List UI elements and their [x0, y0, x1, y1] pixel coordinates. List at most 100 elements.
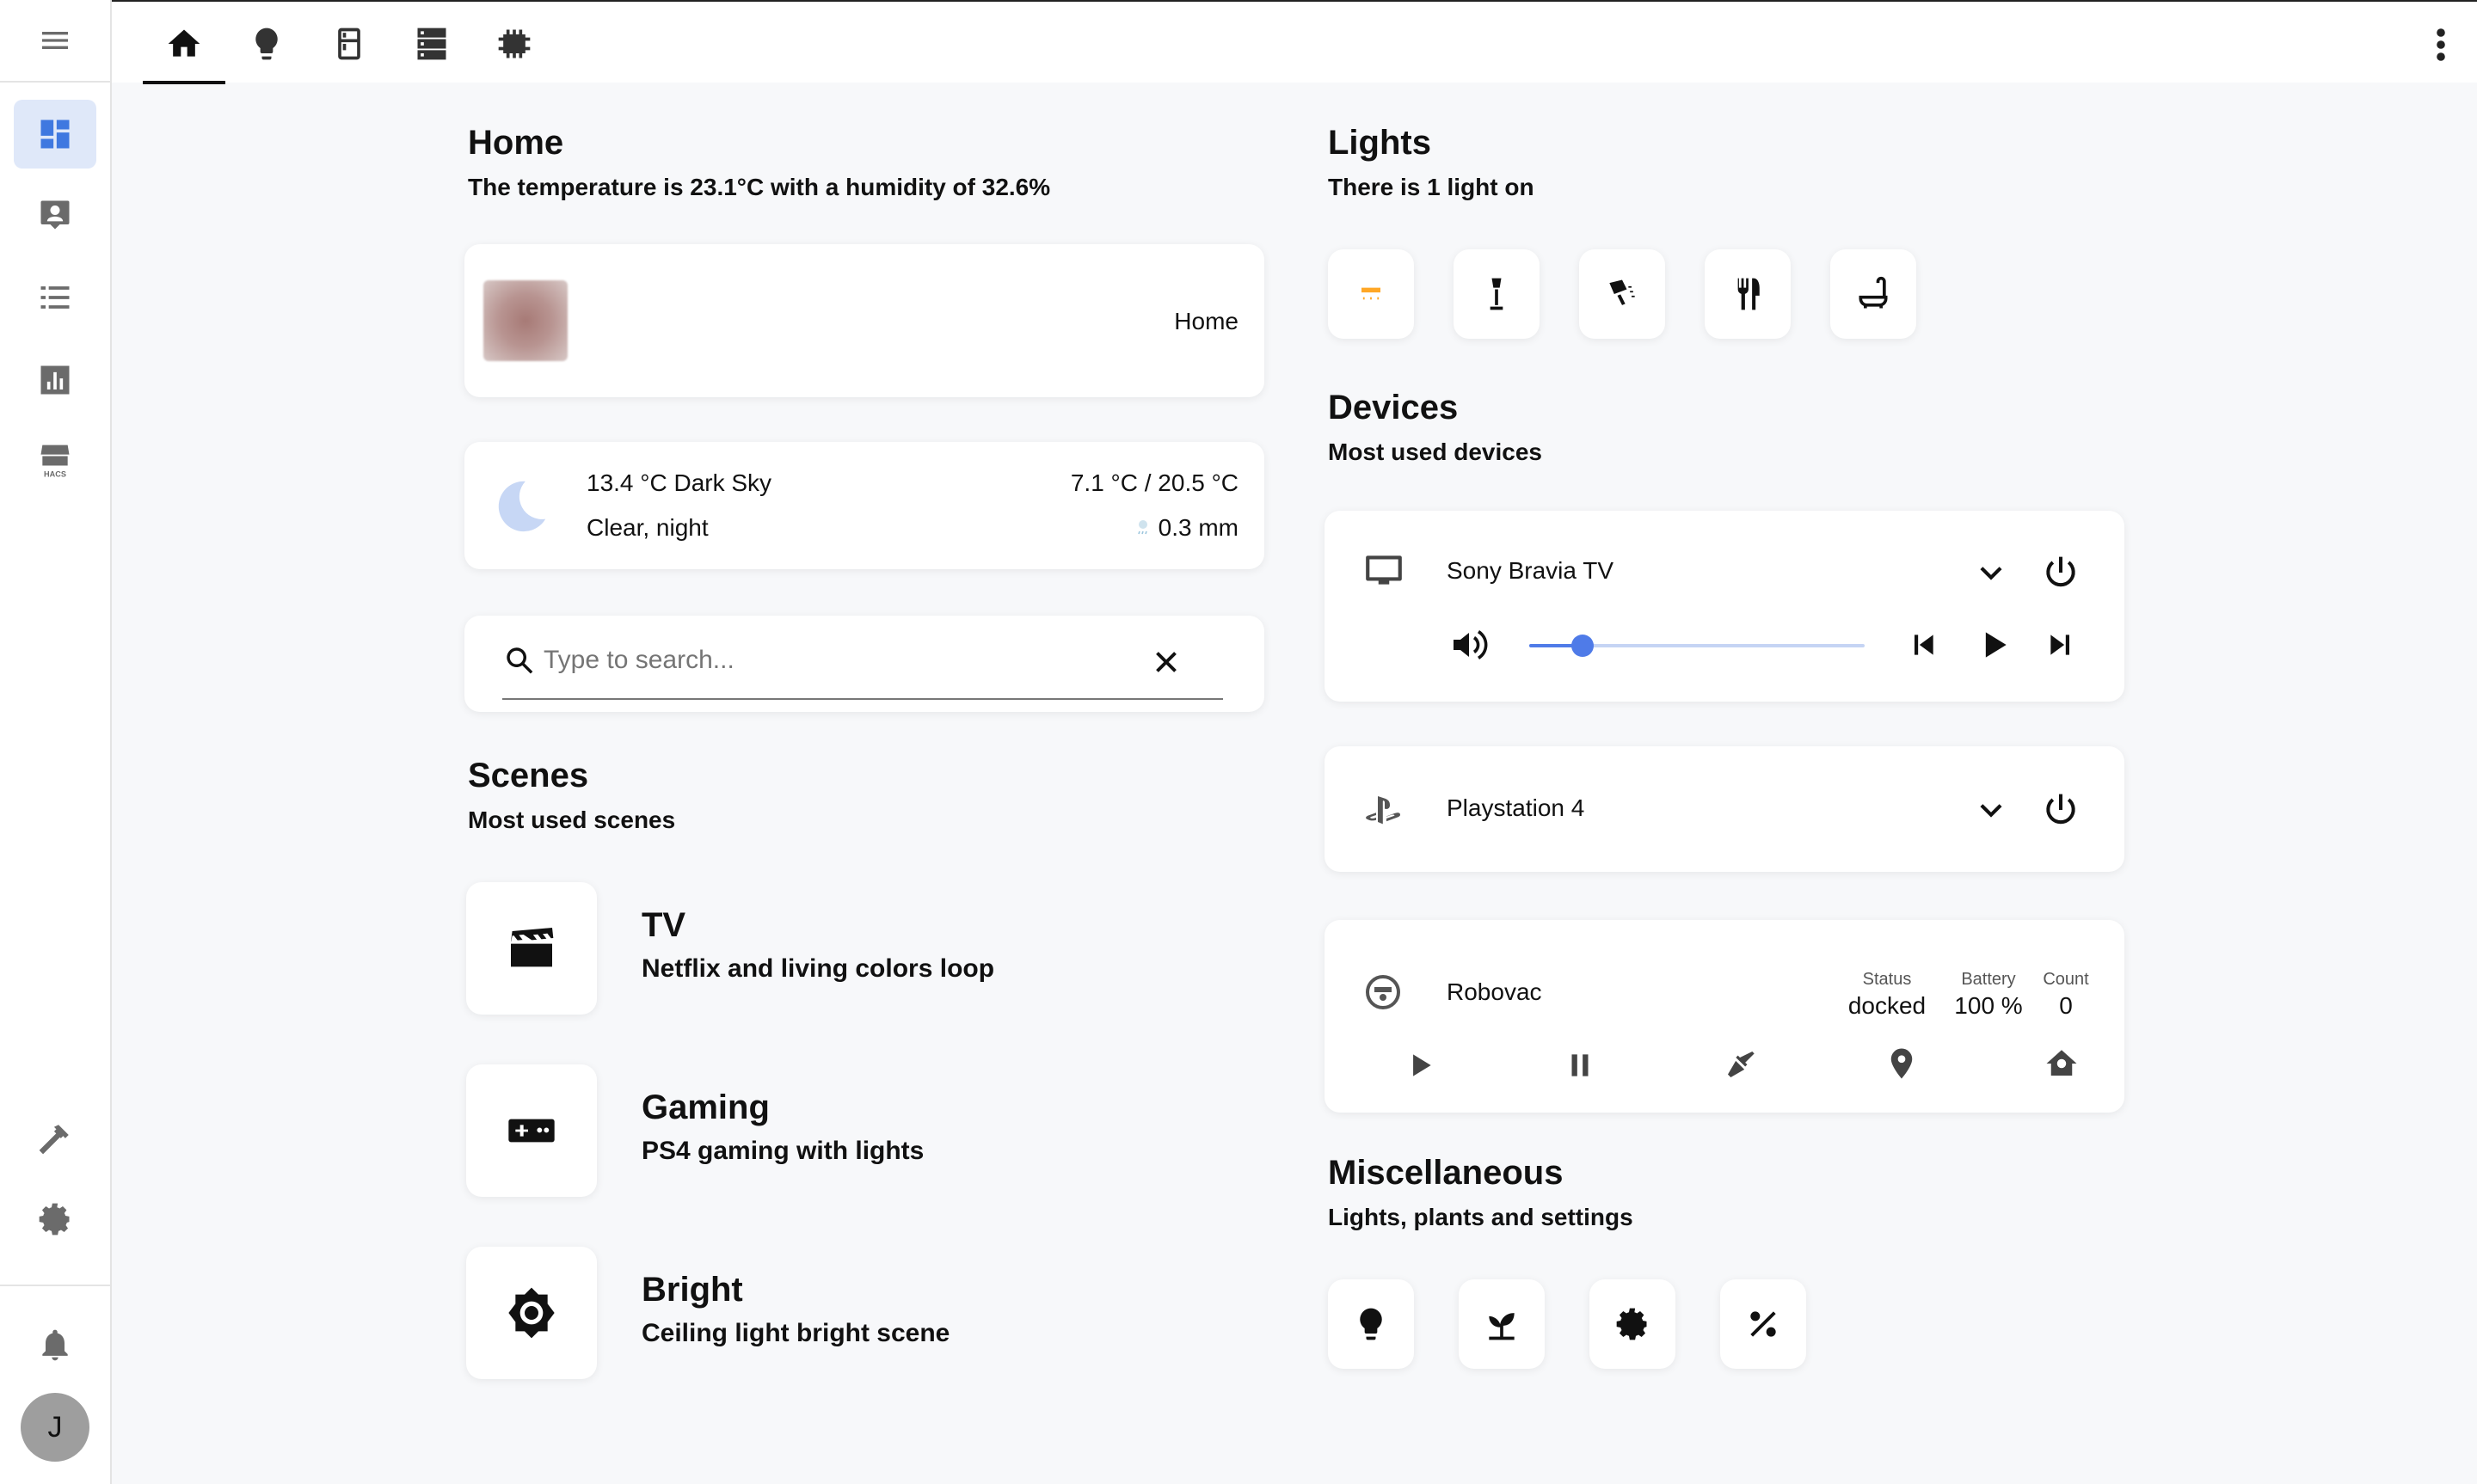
- tv-icon: [1366, 555, 1402, 585]
- tab-kitchen[interactable]: [308, 3, 390, 84]
- menu-button[interactable]: [0, 0, 110, 83]
- weather-condition: Clear, night: [587, 514, 709, 541]
- sidebar-item-map[interactable]: [14, 181, 96, 249]
- light-dining-button[interactable]: [1705, 249, 1791, 339]
- scene-bright-button[interactable]: [466, 1247, 597, 1379]
- scene-gaming-button[interactable]: [466, 1064, 597, 1197]
- weather-precip-value: 0.3 mm: [1158, 514, 1238, 541]
- robovac-battery-label: Battery: [1961, 970, 2016, 989]
- lightbulb-icon: [1360, 1308, 1382, 1340]
- scene-desc: Ceiling light bright scene: [642, 1319, 950, 1347]
- light-bathroom-button[interactable]: [1830, 249, 1916, 339]
- skip-previous-icon[interactable]: [1906, 628, 1940, 662]
- light-ceiling-button[interactable]: [1328, 249, 1414, 339]
- power-icon[interactable]: [2042, 554, 2080, 592]
- light-floor-lamp-button[interactable]: [1454, 249, 1540, 339]
- robovac-name: Robovac: [1447, 978, 1542, 1005]
- weather-precip: 0.3 mm: [1133, 514, 1238, 542]
- broom-icon[interactable]: [1724, 1047, 1758, 1082]
- tv-name: Sony Bravia TV: [1447, 557, 1614, 584]
- sidebar-item-overview[interactable]: [14, 100, 96, 169]
- bathtub-icon: [1859, 276, 1888, 309]
- lights-title: Lights: [1328, 124, 1431, 162]
- skip-next-icon[interactable]: [2044, 628, 2078, 662]
- home-icon: [168, 29, 200, 57]
- scene-desc: PS4 gaming with lights: [642, 1137, 925, 1165]
- home-dock-icon[interactable]: [2044, 1046, 2080, 1082]
- robovac-status-label: Status: [1862, 970, 1912, 989]
- search-icon: [507, 647, 533, 674]
- tab-servers[interactable]: [390, 3, 473, 84]
- sidebar: HACS J: [0, 0, 112, 1484]
- sidebar-item-developer-tools[interactable]: [14, 1104, 96, 1173]
- hacs-icon: HACS: [40, 445, 70, 478]
- ps4-name: Playstation 4: [1447, 794, 1585, 821]
- misc-plants-button[interactable]: [1459, 1279, 1545, 1369]
- sidebar-item-hacs[interactable]: HACS: [14, 426, 96, 495]
- ps4-media-card: Playstation 4: [1325, 746, 2124, 872]
- avatar[interactable]: J: [21, 1393, 89, 1462]
- scenes-subtitle: Most used scenes: [468, 806, 676, 833]
- fridge-icon: [338, 28, 360, 60]
- person-state: Home: [1174, 308, 1238, 334]
- volume-slider[interactable]: [1529, 635, 1865, 657]
- search-card: [464, 616, 1264, 712]
- top-bar: [112, 0, 2477, 84]
- robovac-card: Robovac Status docked Battery 100 % Coun…: [1325, 920, 2124, 1113]
- gamepad-icon: [508, 1119, 555, 1143]
- bell-icon: [42, 1329, 68, 1361]
- sidebar-item-notifications[interactable]: [14, 1310, 96, 1379]
- tv-media-card: Sony Bravia TV: [1325, 511, 2124, 702]
- avatar-initial: J: [47, 1410, 63, 1444]
- brightness-icon: [508, 1287, 555, 1339]
- person-card[interactable]: Home: [464, 244, 1264, 397]
- dashboard-icon: [40, 120, 70, 149]
- sidebar-item-logbook[interactable]: [14, 263, 96, 332]
- scene-tv-button[interactable]: [466, 882, 597, 1015]
- robovac-battery-value: 100 %: [1954, 992, 2023, 1019]
- more-vert-icon[interactable]: [2436, 28, 2446, 62]
- volume-knob[interactable]: [1571, 635, 1595, 657]
- moon-icon: [498, 481, 546, 532]
- play-icon[interactable]: [1404, 1049, 1436, 1082]
- search-input[interactable]: [544, 636, 1094, 684]
- play-icon[interactable]: [1975, 626, 2013, 664]
- devices-subtitle: Most used devices: [1328, 438, 1542, 465]
- percent-icon: [1750, 1311, 1776, 1337]
- scene-name: Gaming: [642, 1088, 770, 1126]
- plant-icon: [1489, 1313, 1515, 1340]
- person-card-icon: [40, 200, 70, 230]
- settings-icon: [1616, 1308, 1647, 1340]
- light-desk-lamp-button[interactable]: [1579, 249, 1665, 339]
- tab-home[interactable]: [143, 3, 225, 84]
- person-photo: [483, 280, 568, 361]
- weather-range: 7.1 °C / 20.5 °C: [1070, 469, 1238, 496]
- chevron-down-icon[interactable]: [1975, 557, 2007, 590]
- volume-icon[interactable]: [1448, 624, 1490, 665]
- search-underline: [502, 698, 1223, 700]
- misc-lights-button[interactable]: [1328, 1279, 1414, 1369]
- chart-icon: [40, 365, 70, 395]
- power-icon[interactable]: [2042, 791, 2080, 829]
- hammer-icon: [39, 1125, 69, 1155]
- weather-card[interactable]: 13.4 °C Dark Sky Clear, night 7.1 °C / 2…: [464, 442, 1264, 569]
- close-icon[interactable]: [1151, 647, 1182, 678]
- sidebar-item-history[interactable]: [14, 346, 96, 414]
- scene-name: Bright: [642, 1271, 743, 1309]
- robovac-count-value: 0: [2059, 992, 2073, 1019]
- misc-settings-button[interactable]: [1589, 1279, 1675, 1369]
- sidebar-item-settings[interactable]: [14, 1185, 96, 1254]
- list-icon: [40, 286, 70, 309]
- misc-percent-button[interactable]: [1720, 1279, 1806, 1369]
- tab-system[interactable]: [473, 3, 556, 84]
- map-marker-icon[interactable]: [1884, 1046, 1920, 1082]
- robot-vacuum-icon: [1366, 975, 1400, 1009]
- misc-subtitle: Lights, plants and settings: [1328, 1204, 1633, 1230]
- rain-icon: [1137, 520, 1147, 535]
- dining-icon: [1736, 278, 1760, 310]
- pause-icon[interactable]: [1564, 1049, 1596, 1082]
- tab-lights[interactable]: [225, 3, 308, 84]
- devices-title: Devices: [1328, 389, 1459, 426]
- chevron-down-icon[interactable]: [1975, 794, 2007, 827]
- lights-subtitle: There is 1 light on: [1328, 174, 1534, 200]
